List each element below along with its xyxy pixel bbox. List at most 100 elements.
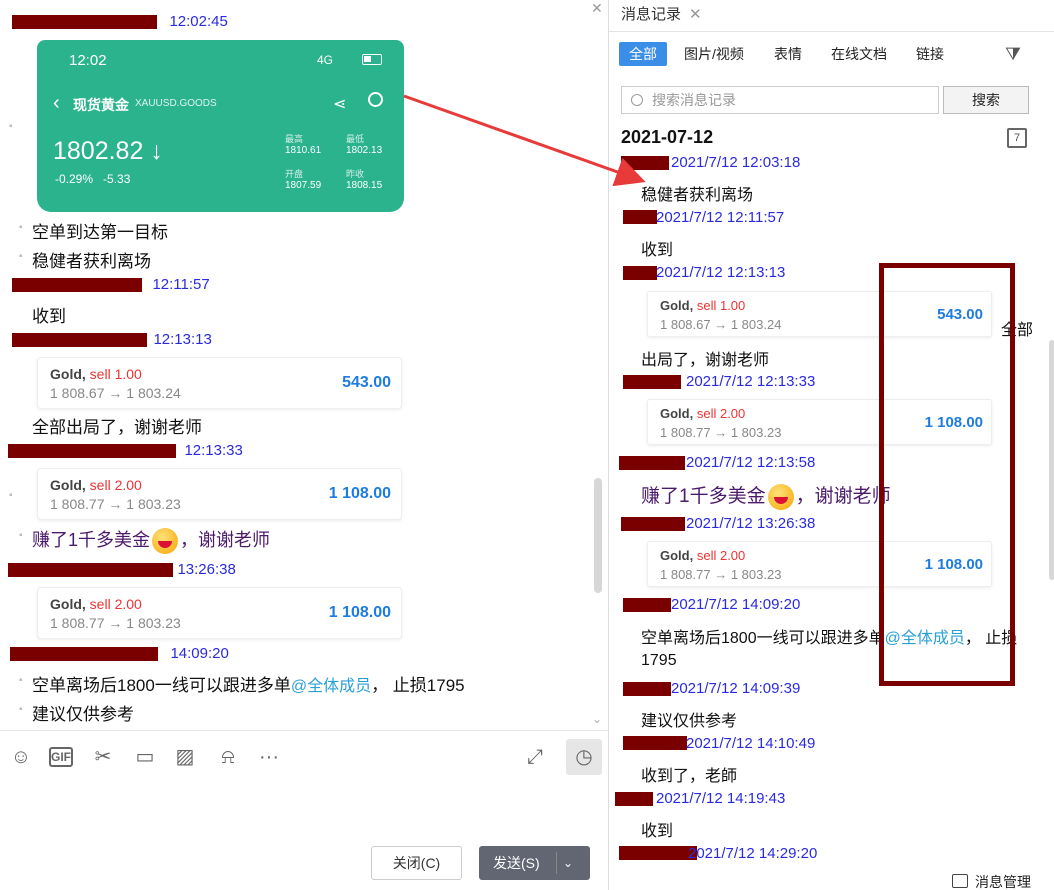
emoji-icon[interactable]: ☺ bbox=[9, 745, 33, 769]
message-text: 全部出局了，谢谢老师 bbox=[32, 418, 202, 437]
expand-icon[interactable]: ⤢ bbox=[523, 745, 547, 769]
filter-all[interactable]: 全部 bbox=[619, 42, 667, 66]
message-time: 12:11:57 bbox=[152, 276, 210, 293]
filter-stickers[interactable]: 表情 bbox=[774, 42, 802, 66]
quote-low: 最低 1802.13 bbox=[346, 134, 383, 156]
redacted-sender bbox=[12, 332, 147, 347]
instrument-name: 现货黄金 bbox=[73, 97, 129, 113]
send-button[interactable]: 发送(S) ⌄ bbox=[479, 846, 590, 880]
search-icon bbox=[631, 94, 643, 106]
grinning-emoji-icon bbox=[152, 528, 179, 555]
message-time: 12:02:45 bbox=[169, 13, 228, 30]
message-text: 稳健者获利离场 bbox=[19, 247, 151, 272]
history-time: 2021/7/12 12:13:58 bbox=[686, 454, 816, 471]
phone-clock: 12:02 bbox=[69, 52, 107, 69]
message-text: 赚了1千多美金，谢谢老师 bbox=[19, 526, 270, 555]
history-time: 2021/7/12 12:13:33 bbox=[686, 373, 816, 390]
annotation-highlight-box bbox=[879, 263, 1015, 686]
message-text: 空单离场后1800一线可以跟进多单@全体成员， 止损1795 bbox=[19, 671, 465, 696]
quote-prev-close: 昨收 1808.15 bbox=[346, 169, 383, 191]
history-text: 1795 bbox=[641, 652, 677, 669]
history-text: 收到 bbox=[641, 823, 674, 840]
quote-high: 最高 1810.61 bbox=[285, 134, 322, 156]
filter-links[interactable]: 链接 bbox=[916, 42, 944, 66]
message-header: 13:26:38 bbox=[8, 561, 236, 579]
close-tab-icon[interactable]: ✕ bbox=[689, 6, 702, 23]
chat-pane: 12:02:45 ✕ 12:02 4G ‹ 现货黄金 XAUUSD.GOODS … bbox=[0, 0, 608, 890]
history-time: 2021/7/12 14:09:20 bbox=[671, 596, 801, 613]
trade-amount: 543.00 bbox=[342, 374, 391, 391]
message-header: 12:02:45 bbox=[12, 13, 228, 31]
trade-asset: Gold, sell 1.00 bbox=[660, 298, 746, 313]
message-manage-link[interactable]: 消息管理 bbox=[975, 872, 1031, 890]
chat-window: 12:02:45 ✕ 12:02 4G ‹ 现货黄金 XAUUSD.GOODS … bbox=[0, 0, 1054, 890]
history-time: 2021/7/12 12:11:57 bbox=[656, 209, 785, 226]
history-scrollbar-thumb[interactable] bbox=[1049, 340, 1054, 580]
trade-card[interactable]: Gold, sell 2.00 1 808.77 → 1 803.23 1 10… bbox=[37, 587, 402, 639]
message-header: 12:13:33 bbox=[8, 442, 243, 460]
close-icon[interactable]: ✕ bbox=[591, 0, 603, 17]
search-button[interactable]: 搜索 bbox=[943, 86, 1029, 114]
send-label: 发送(S) bbox=[493, 855, 540, 871]
filter-funnel-icon[interactable]: ⧩ bbox=[1005, 44, 1021, 65]
trade-asset: Gold, sell 2.00 bbox=[50, 477, 142, 493]
quote-change: -0.29% -5.33 bbox=[55, 172, 131, 186]
send-divider bbox=[556, 852, 557, 874]
history-text: 出局了，谢谢老师 bbox=[641, 352, 770, 369]
quote-open: 开盘 1807.59 bbox=[285, 169, 322, 191]
chevron-down-icon[interactable]: ⌄ bbox=[563, 846, 573, 880]
more-icon[interactable]: ··· bbox=[257, 745, 281, 769]
history-time: 2021/7/12 12:03:18 bbox=[671, 154, 801, 171]
trade-range: 1 808.77 → 1 803.23 bbox=[50, 615, 181, 631]
message-time: 12:13:13 bbox=[153, 331, 212, 348]
redacted-sender bbox=[8, 562, 173, 577]
gif-icon[interactable]: GIF bbox=[49, 747, 73, 767]
trade-range: 1 808.67 → 1 803.24 bbox=[50, 385, 181, 401]
back-arrow-icon: ‹ bbox=[53, 92, 60, 114]
trade-amount: 1 108.00 bbox=[328, 604, 391, 621]
chat-message-list[interactable]: 12:02:45 ✕ 12:02 4G ‹ 现货黄金 XAUUSD.GOODS … bbox=[0, 0, 608, 730]
redacted-sender bbox=[623, 736, 687, 750]
network-indicator: 4G bbox=[317, 53, 334, 67]
tab-message-history[interactable]: 消息记录 ✕ bbox=[609, 0, 714, 32]
redacted-sender bbox=[8, 443, 176, 458]
history-time: 2021/7/12 14:10:49 bbox=[686, 735, 816, 752]
search-input[interactable]: 搜索消息记录 bbox=[621, 86, 939, 114]
search-icon bbox=[368, 92, 383, 107]
message-manage-icon[interactable] bbox=[952, 874, 968, 888]
redacted-sender bbox=[623, 266, 657, 280]
redacted-sender bbox=[621, 517, 685, 531]
redacted-sender bbox=[623, 682, 671, 696]
trade-amount: 1 108.00 bbox=[328, 485, 391, 502]
filter-media[interactable]: 图片/视频 bbox=[684, 42, 744, 66]
input-toolbar: ☺ GIF ✂ ▭ ▨ ⍾ ··· ⤢ ◷ bbox=[0, 730, 608, 782]
filter-docs[interactable]: 在线文档 bbox=[831, 42, 887, 66]
trade-range: 1 808.77 → 1 803.23 bbox=[660, 567, 782, 582]
message-text: 建议仅供参考 bbox=[19, 700, 134, 725]
history-text: 建议仅供参考 bbox=[641, 713, 738, 730]
tab-label: 消息记录 bbox=[621, 6, 682, 23]
trade-card[interactable]: Gold, sell 1.00 1 808.67 → 1 803.24 543.… bbox=[37, 357, 402, 409]
history-clock-icon[interactable]: ◷ bbox=[566, 739, 602, 775]
quote-screenshot-image[interactable]: 12:02 4G ‹ 现货黄金 XAUUSD.GOODS ⋖ 1802.82 ↓… bbox=[37, 40, 404, 212]
history-time: 2021/7/12 14:29:20 bbox=[688, 845, 818, 862]
calendar-icon[interactable]: 7 bbox=[1007, 128, 1027, 148]
redacted-sender bbox=[623, 598, 671, 612]
message-header: 12:13:13 bbox=[12, 331, 212, 349]
scissors-icon[interactable]: ✂ bbox=[91, 745, 115, 769]
scroll-down-icon[interactable]: ⌄ bbox=[592, 712, 602, 726]
message-time: 13:26:38 bbox=[177, 561, 236, 578]
trade-card[interactable]: Gold, sell 2.00 1 808.77 → 1 803.23 1 10… bbox=[37, 468, 402, 520]
message-header: 12:11:57 bbox=[12, 276, 210, 294]
trade-range: 1 808.67 → 1 803.24 bbox=[660, 317, 782, 332]
bell-icon[interactable]: ⍾ bbox=[216, 745, 240, 769]
image-icon[interactable]: ▨ bbox=[173, 745, 197, 769]
share-icon: ⋖ bbox=[333, 96, 347, 113]
message-time: 12:13:33 bbox=[184, 442, 243, 459]
redacted-sender bbox=[619, 846, 697, 860]
message-text: 收到 bbox=[32, 307, 66, 326]
scrollbar-thumb[interactable] bbox=[594, 478, 602, 593]
mention-all-link[interactable]: @全体成员 bbox=[291, 678, 371, 695]
close-button[interactable]: 关闭(C) bbox=[371, 846, 462, 880]
folder-icon[interactable]: ▭ bbox=[133, 745, 157, 769]
